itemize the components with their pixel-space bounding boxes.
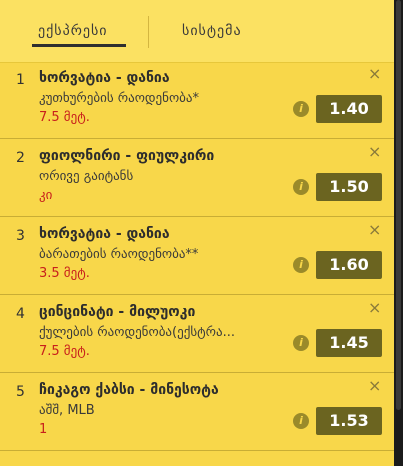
bet-item: 5 ჩიკაგო ქაბსი - მინესოტა აშშ, MLB 1 × i…	[0, 374, 394, 451]
info-icon[interactable]: i	[293, 179, 309, 195]
tab-express[interactable]: ექსპრესი	[38, 0, 108, 62]
info-icon[interactable]: i	[293, 413, 309, 429]
scrollbar-thumb[interactable]	[396, 0, 401, 410]
match-name: ცინცინატი - მილუოკი	[39, 304, 196, 320]
pick-label: 3.5 მეტ.	[39, 266, 90, 281]
bet-slip: ექსპრესი სისტემა 1 ხორვატია - დანია კუთხ…	[0, 0, 394, 466]
slip-footer	[0, 452, 394, 466]
odds-button[interactable]: 1.53	[316, 407, 382, 435]
market-name: ქულების რაოდენობა(ექსტრა...	[39, 325, 236, 340]
match-name: ხორვატია - დანია	[39, 226, 170, 242]
odds-button[interactable]: 1.50	[316, 173, 382, 201]
pick-label: 1	[39, 422, 48, 437]
match-name: ფიოლნირი - ფიულკირი	[39, 148, 215, 164]
bet-item: 4 ცინცინატი - მილუოკი ქულების რაოდენობა(…	[0, 296, 394, 373]
odds-button[interactable]: 1.45	[316, 329, 382, 357]
bet-item: 2 ფიოლნირი - ფიულკირი ორივე გაიტანს კი ×…	[0, 140, 394, 217]
tab-system[interactable]: სისტემა	[182, 0, 242, 62]
scrollbar[interactable]	[394, 0, 403, 466]
close-icon[interactable]: ×	[368, 298, 381, 317]
info-icon[interactable]: i	[293, 101, 309, 117]
close-icon[interactable]: ×	[368, 220, 381, 239]
match-name: ჩიკაგო ქაბსი - მინესოტა	[39, 382, 219, 398]
bet-number: 1	[16, 72, 25, 88]
bet-item: 3 ხორვატია - დანია ბარათების რაოდენობა**…	[0, 218, 394, 295]
close-icon[interactable]: ×	[368, 64, 381, 83]
bet-number: 4	[16, 306, 25, 322]
odds-button[interactable]: 1.40	[316, 95, 382, 123]
pick-label: კი	[39, 188, 53, 203]
match-name: ხორვატია - დანია	[39, 70, 170, 86]
market-name: კუთხურების რაოდენობა*	[39, 91, 199, 106]
market-name: ორივე გაიტანს	[39, 169, 134, 184]
bet-type-tabs: ექსპრესი სისტემა	[0, 0, 394, 63]
pick-label: 7.5 მეტ.	[39, 110, 90, 125]
close-icon[interactable]: ×	[368, 142, 381, 161]
info-icon[interactable]: i	[293, 257, 309, 273]
odds-button[interactable]: 1.60	[316, 251, 382, 279]
bet-number: 5	[16, 384, 25, 400]
info-icon[interactable]: i	[293, 335, 309, 351]
market-name: აშშ, MLB	[39, 403, 95, 418]
bet-item: 1 ხორვატია - დანია კუთხურების რაოდენობა*…	[0, 62, 394, 139]
active-tab-indicator	[32, 44, 126, 47]
bet-number: 3	[16, 228, 25, 244]
market-name: ბარათების რაოდენობა**	[39, 247, 199, 262]
pick-label: 7.5 მეტ.	[39, 344, 90, 359]
tab-divider	[148, 16, 149, 48]
bet-number: 2	[16, 150, 25, 166]
close-icon[interactable]: ×	[368, 376, 381, 395]
